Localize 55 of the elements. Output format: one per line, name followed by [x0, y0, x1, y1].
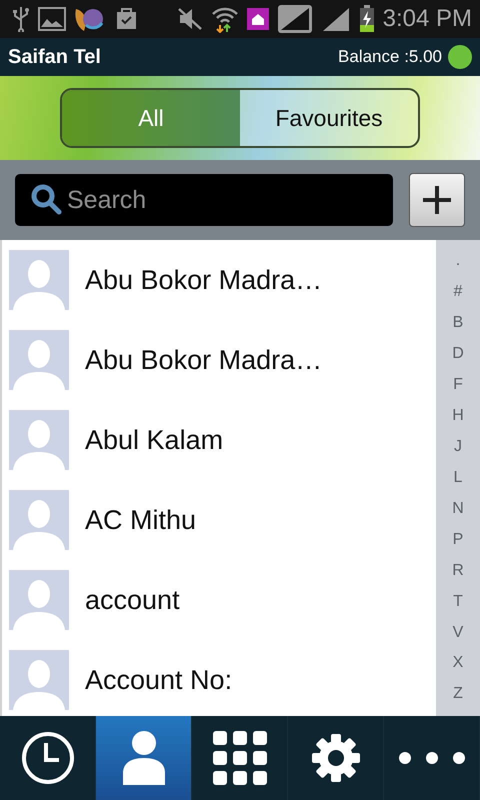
image-icon: [38, 7, 66, 31]
contact-name: Abul Kalam: [85, 424, 224, 456]
signal-icon: [276, 4, 313, 34]
contact-name: Abu Bokor Madra…: [85, 264, 322, 296]
avatar-icon: [9, 490, 69, 550]
index-letter[interactable]: P: [452, 530, 464, 549]
add-button[interactable]: [409, 173, 465, 227]
contact-row[interactable]: Account No:: [2, 640, 436, 716]
index-letter[interactable]: N: [452, 500, 464, 518]
balance-label: Balance :5.00: [338, 47, 442, 67]
signal-icon: [320, 6, 351, 32]
contacts-tab[interactable]: [96, 716, 192, 800]
search-field[interactable]: Search: [15, 174, 393, 226]
avatar-icon: [9, 330, 69, 390]
usb-icon: [12, 6, 30, 32]
contact-row[interactable]: Abu Bokor Madra…: [2, 240, 436, 320]
clock-icon: [20, 731, 74, 785]
home-icon: [246, 7, 269, 31]
contact-row[interactable]: Abu Bokor Madra…: [2, 320, 436, 400]
index-letter[interactable]: J: [454, 438, 462, 456]
settings-icon: [310, 733, 360, 783]
contact-row[interactable]: Abul Kalam: [2, 400, 436, 480]
index-letter[interactable]: #: [454, 283, 462, 302]
mute-icon: [176, 7, 203, 31]
avatar-icon: [9, 250, 69, 310]
contact-row[interactable]: AC Mithu: [2, 480, 436, 560]
index-letter[interactable]: D: [452, 345, 464, 364]
dialpad-icon: [212, 731, 266, 785]
index-letter[interactable]: B: [452, 314, 464, 332]
clock-time: 3:04 PM: [382, 5, 472, 33]
index-letter[interactable]: F: [453, 376, 463, 394]
wifi-icon: [210, 5, 239, 33]
index-letter[interactable]: L: [454, 468, 462, 487]
index-letter[interactable]: .: [456, 252, 460, 270]
index-letter[interactable]: T: [453, 592, 463, 611]
index-letter[interactable]: Z: [453, 685, 463, 704]
contact-row[interactable]: account: [2, 560, 436, 640]
plus-icon: [421, 184, 453, 216]
contact-name: Account No:: [85, 664, 232, 696]
more-icon: [398, 751, 466, 765]
index-letter[interactable]: R: [452, 562, 464, 580]
avatar-icon: [9, 650, 69, 710]
index-letter[interactable]: X: [452, 654, 464, 672]
battery-charging-icon: [358, 5, 375, 33]
filter-tab[interactable]: Favourites: [240, 90, 418, 146]
app-title: Saifan Tel: [8, 46, 101, 68]
avatar-icon: [9, 570, 69, 630]
contact-name: AC Mithu: [85, 504, 196, 536]
filter-tab[interactable]: All: [62, 90, 240, 146]
person-icon: [122, 731, 166, 785]
avatar-icon: [9, 410, 69, 470]
contact-name: account: [85, 584, 180, 616]
index-letter[interactable]: V: [452, 624, 464, 642]
contact-name: Abu Bokor Madra…: [85, 344, 322, 376]
index-letter[interactable]: H: [452, 407, 464, 426]
